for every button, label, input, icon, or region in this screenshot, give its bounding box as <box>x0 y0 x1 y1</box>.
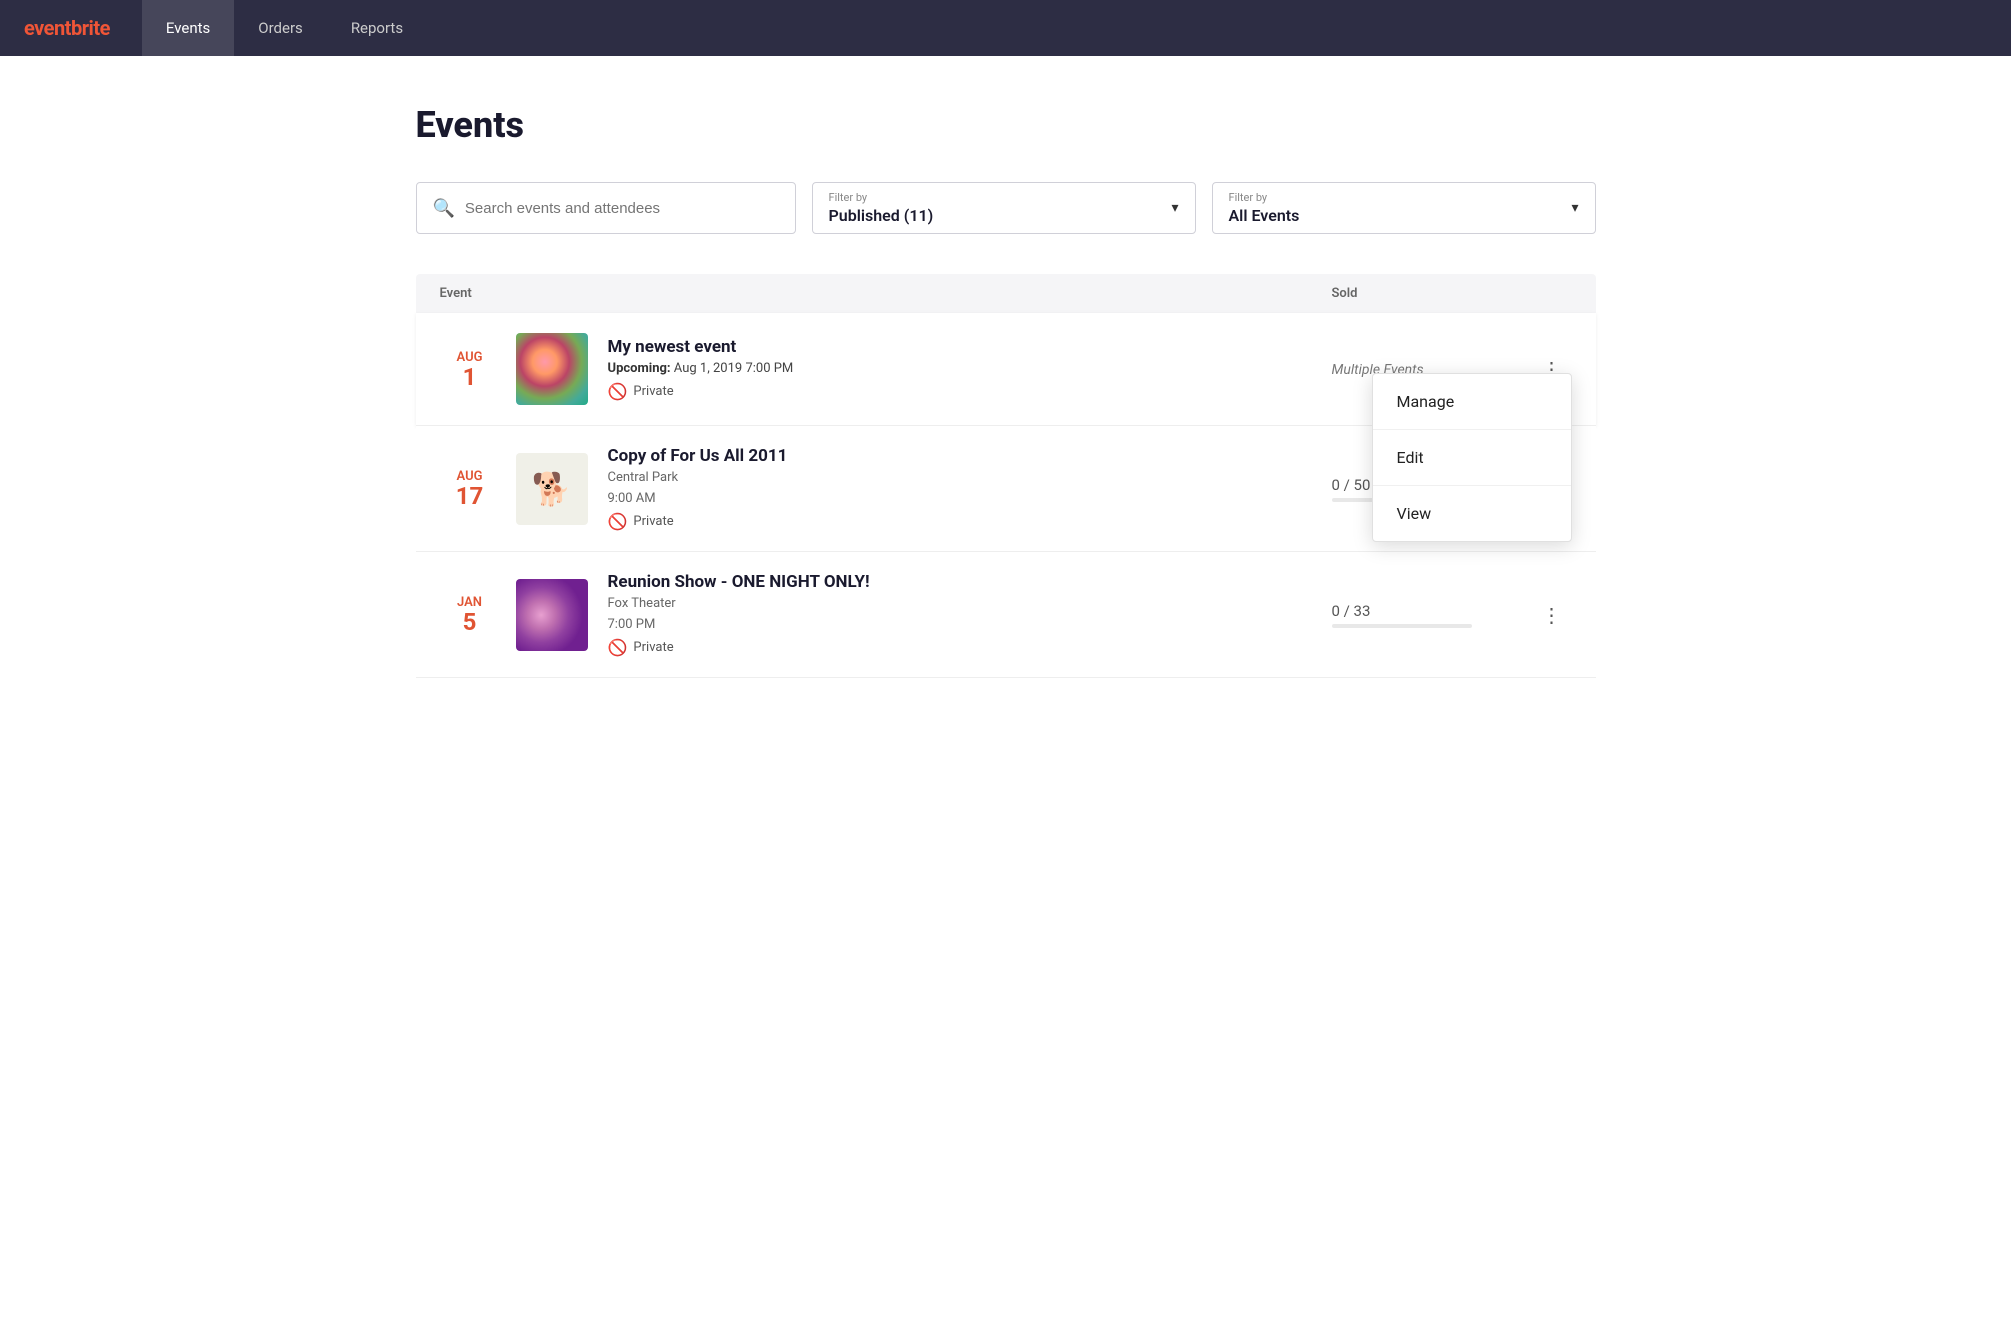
search-icon: 🔍 <box>433 198 455 219</box>
logo: eventbrite <box>24 16 110 40</box>
event-date: Jan 5 <box>440 595 500 634</box>
chevron-down-icon: ▾ <box>1171 200 1178 216</box>
private-label: Private <box>633 640 673 655</box>
date-day: 1 <box>440 365 500 389</box>
context-menu: Manage Edit View <box>1372 373 1572 542</box>
sold-col: 0 / 33 <box>1332 602 1532 628</box>
date-day: 17 <box>440 484 500 508</box>
private-label: Private <box>633 514 673 529</box>
filter-published[interactable]: Filter by Published (11) ▾ <box>812 182 1196 234</box>
search-input[interactable] <box>465 200 779 217</box>
event-info: My newest event Upcoming: Aug 1, 2019 7:… <box>608 337 1332 401</box>
sold-bar-background <box>1332 624 1472 628</box>
table-row: Aug 1 My newest event Upcoming: Aug 1, 2… <box>416 313 1596 426</box>
event-meta-line2: 9:00 AM <box>608 491 1332 506</box>
nav-events[interactable]: Events <box>142 0 234 56</box>
event-private-badge: 🚫 Private <box>608 512 1332 531</box>
event-thumbnail <box>516 333 588 405</box>
thumbnail-image: 🐕 <box>516 453 588 525</box>
event-info: Reunion Show - ONE NIGHT ONLY! Fox Theat… <box>608 572 1332 657</box>
thumbnail-image <box>516 579 588 651</box>
filter-value-1: Published (11) <box>829 206 934 225</box>
event-name: Reunion Show - ONE NIGHT ONLY! <box>608 572 1332 592</box>
event-thumbnail <box>516 579 588 651</box>
context-menu-manage[interactable]: Manage <box>1373 374 1571 430</box>
table-row: Jan 5 Reunion Show - ONE NIGHT ONLY! Fox… <box>416 552 1596 678</box>
navigation: eventbrite Events Orders Reports <box>0 0 2011 56</box>
events-table: Event Sold Aug 1 My newest event Upcomin… <box>416 274 1596 678</box>
nav-orders[interactable]: Orders <box>234 0 327 56</box>
nav-links: Events Orders Reports <box>142 0 427 56</box>
event-info: Copy of For Us All 2011 Central Park 9:0… <box>608 446 1332 531</box>
event-private-badge: 🚫 Private <box>608 382 1332 401</box>
date-day: 5 <box>440 610 500 634</box>
event-private-badge: 🚫 Private <box>608 638 1332 657</box>
event-date: Aug 17 <box>440 469 500 508</box>
context-menu-edit[interactable]: Edit <box>1373 430 1571 486</box>
event-date: Aug 1 <box>440 350 500 389</box>
page-content: Events 🔍 Filter by Published (11) ▾ Filt… <box>336 56 1676 726</box>
thumbnail-image <box>516 333 588 405</box>
private-icon: 🚫 <box>608 512 628 531</box>
sold-value: 0 / 50 <box>1332 476 1371 494</box>
event-meta-line1: Central Park <box>608 470 1332 485</box>
event-thumbnail: 🐕 <box>516 453 588 525</box>
event-name: My newest event <box>608 337 1332 357</box>
sold-value: 0 / 33 <box>1332 602 1371 620</box>
more-options-button[interactable]: ⋮ <box>1534 601 1570 629</box>
search-box[interactable]: 🔍 <box>416 182 796 234</box>
event-name: Copy of For Us All 2011 <box>608 446 1332 466</box>
filter-all-events[interactable]: Filter by All Events ▾ <box>1212 182 1596 234</box>
page-title: Events <box>416 104 1596 146</box>
private-label: Private <box>633 384 673 399</box>
private-icon: 🚫 <box>608 382 628 401</box>
filters-row: 🔍 Filter by Published (11) ▾ Filter by A… <box>416 182 1596 234</box>
nav-reports[interactable]: Reports <box>327 0 427 56</box>
private-icon: 🚫 <box>608 638 628 657</box>
event-meta-line1: Fox Theater <box>608 596 1332 611</box>
chevron-down-icon-2: ▾ <box>1571 200 1578 216</box>
filter-label-1: Filter by <box>829 191 934 204</box>
event-meta: Upcoming: Aug 1, 2019 7:00 PM <box>608 361 1332 376</box>
filter-label-2: Filter by <box>1229 191 1300 204</box>
row-actions[interactable]: ⋮ <box>1532 601 1572 629</box>
col-header-event: Event <box>440 286 1332 301</box>
filter-value-2: All Events <box>1229 206 1300 225</box>
logo-text: eventbrite <box>24 16 110 40</box>
event-meta-line2: 7:00 PM <box>608 617 1332 632</box>
context-menu-view[interactable]: View <box>1373 486 1571 541</box>
table-header: Event Sold <box>416 274 1596 313</box>
col-header-sold: Sold <box>1332 286 1532 301</box>
